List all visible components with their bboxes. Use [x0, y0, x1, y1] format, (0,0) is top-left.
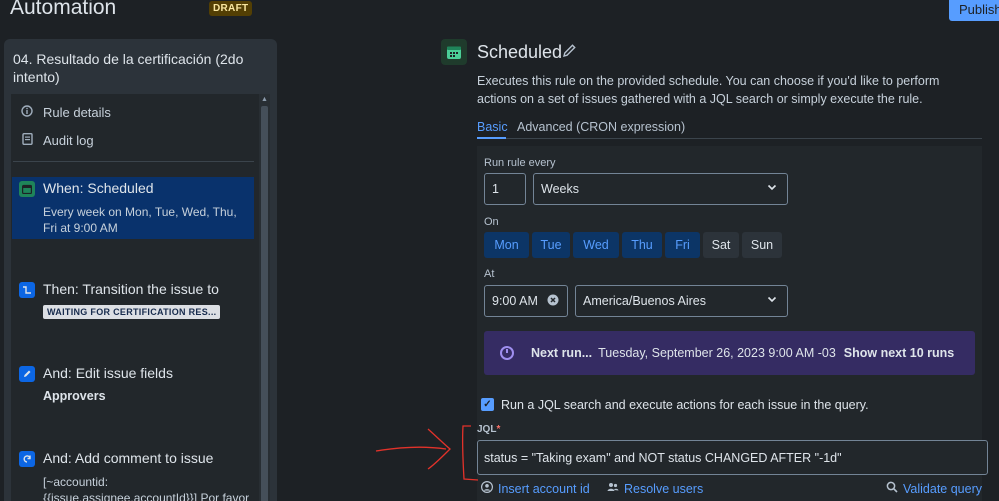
sidebar-divider [13, 161, 254, 162]
user-icon [480, 480, 494, 496]
trigger-title: Scheduled [477, 42, 563, 62]
next-run-label: Next run... [531, 346, 593, 360]
rule-name: 04. Resultado de la certificación (2do i… [13, 51, 244, 85]
step-title: Then: Transition the issue to [43, 281, 219, 297]
time-input[interactable]: 9:00 AM [484, 285, 568, 317]
tab-advanced[interactable]: Advanced (CRON expression) [517, 120, 685, 134]
resolve-users-label: Resolve users [624, 481, 704, 496]
status-lozenge: WAITING FOR CERTIFICATION RES... [43, 305, 221, 319]
search-icon [886, 481, 898, 496]
step-title: When: Scheduled [43, 180, 154, 196]
rule-details-label: Rule details [43, 104, 111, 120]
calendar-icon [441, 39, 467, 65]
day-toggle-sun[interactable]: Sun [742, 232, 782, 258]
day-toggle-sat[interactable]: Sat [703, 232, 739, 258]
time-value: 9:00 AM [492, 294, 538, 308]
tab-basic[interactable]: Basic [477, 120, 508, 134]
step-detail-line: {{issue.assignee.accountId}}] Por favor [43, 491, 250, 501]
on-label: On [484, 216, 499, 228]
validate-query-link[interactable]: Validate query [886, 481, 982, 496]
jql-label: JQL* [477, 424, 500, 435]
step-detail-line: [~accountid: [43, 475, 109, 489]
timezone-value: America/Buenos Aires [583, 294, 706, 308]
step-subtitle: Every week on Mon, Tue, Wed, Thu, Fri at… [43, 205, 237, 235]
day-toggle-fri[interactable]: Fri [665, 232, 700, 258]
people-icon [607, 481, 619, 496]
scroll-up-icon[interactable]: ▲ [259, 94, 270, 106]
jql-checkbox[interactable]: ✓ [481, 398, 494, 411]
document-icon [20, 132, 34, 148]
day-toggle-thu[interactable]: Thu [622, 232, 662, 258]
required-mark: * [496, 424, 501, 435]
audit-log-label: Audit log [43, 132, 94, 148]
validate-query-label: Validate query [903, 481, 982, 496]
run-every-unit-value: Weeks [541, 182, 579, 196]
rule-details-link[interactable]: Rule details [20, 102, 111, 122]
chevron-down-icon [767, 294, 777, 307]
day-toggle-mon[interactable]: Mon [484, 232, 529, 258]
tab-divider [477, 138, 982, 139]
trigger-description: Executes this rule on the provided sched… [477, 74, 940, 106]
day-toggle-wed[interactable]: Wed [573, 232, 619, 258]
next-run-banner: Next run... Tuesday, September 26, 2023 … [484, 331, 975, 375]
resolve-users-link[interactable]: Resolve users [607, 481, 703, 496]
day-toggle-tue[interactable]: Tue [532, 232, 570, 258]
step-title: And: Edit issue fields [43, 365, 173, 381]
publish-button[interactable]: Publish [949, 0, 999, 21]
jql-input[interactable]: status = "Taking exam" and NOT status CH… [477, 440, 988, 475]
comment-icon [19, 451, 35, 467]
draft-badge: DRAFT [209, 1, 253, 16]
show-next-runs-link[interactable]: Show next 10 runs [844, 346, 954, 360]
rule-steps-list [11, 94, 259, 501]
transition-icon [19, 282, 35, 298]
step-detail: Approvers [43, 389, 106, 403]
chevron-down-icon [767, 182, 777, 195]
insert-account-id-link[interactable]: Insert account id [480, 480, 590, 496]
timezone-select[interactable]: America/Buenos Aires [575, 285, 788, 317]
info-icon [20, 104, 34, 120]
scrollbar-thumb[interactable] [261, 106, 268, 501]
annotation-arrow [375, 425, 479, 481]
run-every-unit-select[interactable]: Weeks [533, 173, 788, 205]
audit-log-link[interactable]: Audit log [20, 130, 94, 150]
run-every-label: Run rule every [484, 157, 556, 169]
calendar-icon [19, 181, 35, 197]
at-label: At [484, 268, 495, 280]
tab-active-indicator [477, 137, 506, 139]
clock-icon [500, 346, 514, 360]
pencil-icon [19, 366, 35, 382]
page-title: Automation [10, 0, 117, 19]
insert-account-id-label: Insert account id [498, 481, 590, 496]
step-title: And: Add comment to issue [43, 450, 214, 466]
clear-time-icon[interactable] [547, 294, 559, 309]
jql-checkbox-label: Run a JQL search and execute actions for… [501, 398, 869, 412]
next-run-value: Tuesday, September 26, 2023 9:00 AM -03 [598, 346, 836, 360]
run-every-input[interactable]: 1 [484, 173, 526, 205]
edit-title-pencil-icon[interactable] [562, 43, 577, 62]
